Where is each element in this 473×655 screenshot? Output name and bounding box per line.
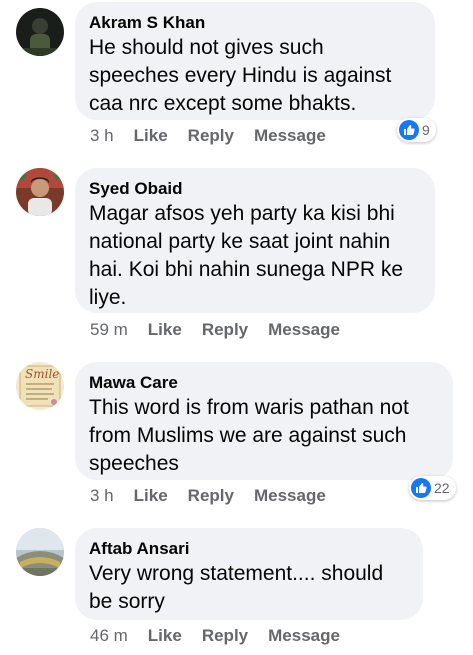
- reaction-count: 22: [434, 480, 450, 496]
- comment-line: Very wrong statement.... should: [89, 562, 384, 585]
- comment-author[interactable]: Mawa Care: [89, 372, 439, 394]
- reply-button[interactable]: Reply: [202, 626, 248, 646]
- landscape-avatar-icon: [16, 528, 64, 576]
- comment-timestamp[interactable]: 3 h: [90, 486, 114, 506]
- reply-button[interactable]: Reply: [188, 126, 234, 146]
- reaction-count-badge[interactable]: 22: [409, 476, 456, 500]
- like-button[interactable]: Like: [134, 126, 168, 146]
- comment-line: be sorry: [89, 590, 165, 613]
- avatar[interactable]: Smile: [16, 362, 64, 410]
- comment-line: speeches every Hindu is against: [89, 64, 392, 87]
- reply-button[interactable]: Reply: [202, 320, 248, 340]
- comment-actions: 3 h Like Reply Message: [90, 486, 346, 506]
- comment-timestamp[interactable]: 59 m: [90, 320, 128, 340]
- message-button[interactable]: Message: [268, 626, 340, 646]
- comment-line: This word is from waris pathan not: [89, 396, 409, 419]
- message-button[interactable]: Message: [268, 320, 340, 340]
- comment-line: He should not gives such: [89, 36, 324, 59]
- thumbs-up-icon: [411, 478, 431, 498]
- comment-actions: 46 m Like Reply Message: [90, 626, 360, 646]
- comment-author[interactable]: Syed Obaid: [89, 178, 421, 200]
- reply-button[interactable]: Reply: [188, 486, 234, 506]
- avatar[interactable]: [16, 8, 64, 56]
- comment-bubble: Aftab Ansari Very wrong statement.... sh…: [75, 528, 423, 620]
- comment-bubble: Akram S Khan He should not gives such sp…: [75, 2, 435, 120]
- comment-line: from Muslims we are against such: [89, 424, 407, 447]
- person-avatar-icon: [16, 168, 64, 216]
- comment-actions: 59 m Like Reply Message: [90, 320, 360, 340]
- comment-timestamp[interactable]: 3 h: [90, 126, 114, 146]
- person-avatar-icon: [16, 8, 64, 56]
- thumbs-up-icon: [399, 120, 419, 140]
- comment-line: liye.: [89, 286, 127, 309]
- reaction-count-badge[interactable]: 9: [397, 118, 436, 142]
- comment-line: speeches: [89, 452, 179, 475]
- comment-line: caa nrc except some bhakts.: [89, 92, 357, 115]
- avatar[interactable]: [16, 528, 64, 576]
- message-button[interactable]: Message: [254, 486, 326, 506]
- like-button[interactable]: Like: [148, 320, 182, 340]
- like-button[interactable]: Like: [134, 486, 168, 506]
- comment-timestamp[interactable]: 46 m: [90, 626, 128, 646]
- comment-author[interactable]: Aftab Ansari: [89, 538, 409, 560]
- comment-bubble: Mawa Care This word is from waris pathan…: [75, 362, 453, 480]
- comment-author[interactable]: Akram S Khan: [89, 12, 421, 34]
- comment-line: hai. Koi bhi nahin sunega NPR ke: [89, 258, 404, 281]
- comment-actions: 3 h Like Reply Message: [90, 126, 346, 146]
- avatar[interactable]: [16, 168, 64, 216]
- reaction-count: 9: [422, 122, 430, 138]
- like-button[interactable]: Like: [148, 626, 182, 646]
- comment-bubble: Syed Obaid Magar afsos yeh party ka kisi…: [75, 168, 435, 313]
- avatar-card-text: Smile: [25, 367, 60, 381]
- message-button[interactable]: Message: [254, 126, 326, 146]
- comment-line: national party ke saat joint nahin: [89, 230, 391, 253]
- comment-line: Magar afsos yeh party ka kisi bhi: [89, 202, 395, 225]
